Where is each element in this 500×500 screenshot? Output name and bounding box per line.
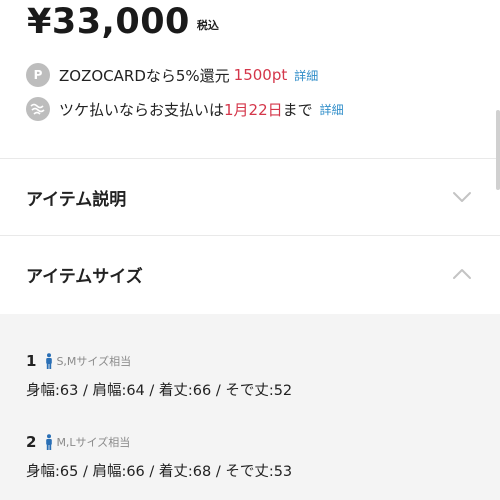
chevron-up-icon	[453, 269, 471, 279]
size-number: 2	[26, 433, 37, 451]
person-icon	[46, 434, 53, 450]
price-block: ¥33,000 税込	[27, 0, 219, 40]
zozocard-row: P ZOZOCARDなら5%還元 1500pt 詳細	[26, 63, 318, 87]
zozocard-text: ZOZOCARDなら5%還元	[59, 66, 230, 85]
size-measurements: 身幅:63 / 肩幅:64 / 着丈:66 / そで丈:52	[26, 383, 293, 399]
tsuke-text-after: まで	[282, 100, 313, 119]
zozocard-detail-link[interactable]: 詳細	[294, 67, 318, 84]
tsuke-text-before: ツケ払いならお支払いは	[59, 100, 225, 119]
chevron-down-icon	[453, 192, 471, 202]
person-icon	[46, 353, 53, 369]
size-item: 2 M,Lサイズ相当 身幅:65 / 肩幅:66 / 着丈:68 / そで丈:5…	[26, 433, 292, 481]
size-panel: 1 S,Mサイズ相当 身幅:63 / 肩幅:64 / 着丈:66 / そで丈:5…	[0, 314, 500, 500]
point-p-icon: P	[26, 63, 50, 87]
size-note: M,Lサイズ相当	[56, 436, 131, 449]
zozocard-points: 1500pt	[233, 66, 288, 84]
accordion-title-size: アイテムサイズ	[26, 266, 143, 287]
tsuke-date: 1月22日	[224, 100, 283, 119]
size-number: 1	[26, 352, 37, 370]
size-measurements: 身幅:65 / 肩幅:66 / 着丈:68 / そで丈:53	[26, 464, 293, 480]
tsuke-detail-link[interactable]: 詳細	[320, 101, 344, 118]
tsuke-row: ツケ払いならお支払いは 1月22日 まで 詳細	[26, 97, 344, 121]
size-item: 1 S,Mサイズ相当 身幅:63 / 肩幅:64 / 着丈:66 / そで丈:5…	[26, 352, 292, 400]
tax-label: 税込	[196, 19, 219, 32]
price-amount: ¥33,000	[27, 2, 190, 42]
accordion-item-description[interactable]: アイテム説明	[0, 159, 500, 235]
accordion-title-description: アイテム説明	[26, 189, 127, 210]
scrollbar[interactable]	[496, 110, 500, 190]
size-note: S,Mサイズ相当	[56, 355, 132, 368]
accordion-item-size[interactable]: アイテムサイズ	[0, 236, 500, 312]
tsuke-swirl-icon	[26, 97, 50, 121]
